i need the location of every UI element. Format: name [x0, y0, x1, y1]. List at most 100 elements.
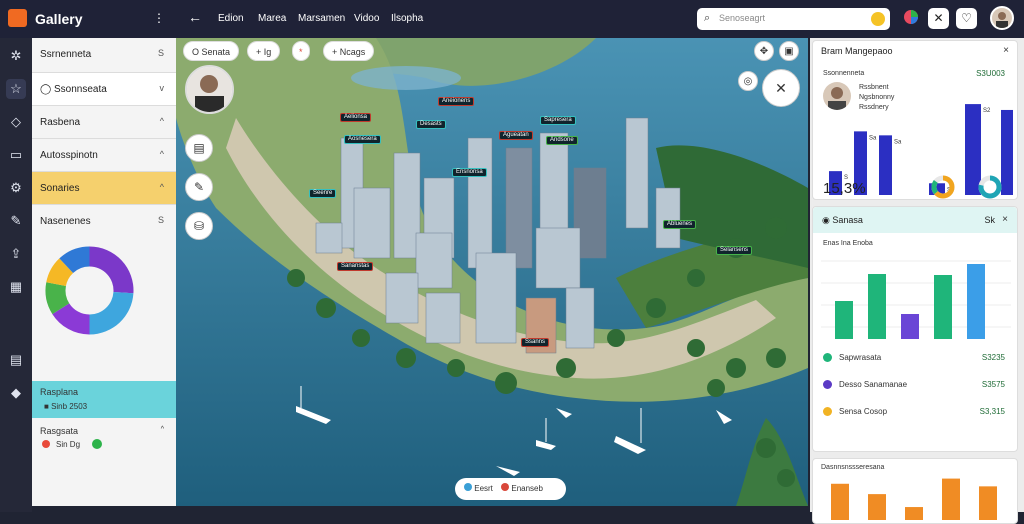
sidebar-item-2[interactable]: ◯ Ssonnseata v — [32, 73, 176, 106]
color-wheel-icon[interactable] — [900, 8, 921, 29]
legend-row[interactable]: Sapwrasata S3235 — [821, 349, 1011, 369]
city-map-view[interactable]: O Senata + Ig * + Ncags ✥ ▣ ◎ ✕ ▤ ✎ ⛁ Ae… — [176, 38, 808, 506]
ring-gauge-1 — [931, 175, 955, 199]
legend-value: S3,315 — [979, 407, 1005, 416]
legend-label: Enanseb — [511, 484, 543, 493]
summary-card: Bram Mangepaoo × Ssonnenneta S3U003 Rssb… — [812, 40, 1018, 200]
metrics-subtitle: Enas Ina Enoba — [823, 240, 873, 247]
legend-row[interactable]: Sensa Cosop S3,315 — [821, 403, 1011, 423]
pin-icon[interactable]: ◎ — [738, 71, 758, 91]
summary-row-value: S3U003 — [976, 69, 1005, 78]
back-arrow-icon[interactable]: ← — [188, 9, 202, 25]
legend-dot — [501, 483, 510, 491]
search-placeholder: Senoseagrt — [719, 13, 766, 23]
map-label[interactable]: Desasts — [416, 120, 446, 129]
distribution-bar-1[interactable] — [831, 483, 849, 520]
close-icon[interactable]: × — [1003, 45, 1009, 56]
distribution-bar-3[interactable] — [905, 507, 923, 520]
close-icon[interactable]: × — [1002, 214, 1008, 225]
legend-row[interactable]: Desso Sanamanae S3575 — [821, 376, 1011, 396]
nav-item-5[interactable]: Ilsopha — [391, 13, 423, 24]
metrics-bar-5[interactable] — [967, 264, 985, 339]
legend-label: Sapwrasata — [839, 353, 882, 362]
map-chip-2[interactable]: + Ig — [247, 41, 281, 61]
bag-icon[interactable]: ⛁ — [185, 212, 213, 240]
sidebar-bottom-panel: Rasgsata ^ Sin Dg — [32, 419, 176, 506]
map-label[interactable]: Sananstas — [337, 262, 374, 271]
profile-avatar[interactable] — [185, 65, 234, 114]
settings-icon[interactable]: ⚙ — [6, 178, 26, 198]
person-meta: Rssdnery — [859, 104, 889, 111]
grid-icon[interactable]: ▦ — [6, 277, 26, 297]
chevron-up-icon[interactable]: ^ — [161, 426, 164, 433]
calendar-icon[interactable]: ▤ — [6, 350, 26, 370]
notes-icon[interactable]: ▤ — [185, 134, 213, 162]
coin-icon[interactable] — [871, 12, 885, 26]
metrics-bar-chart — [821, 260, 1011, 339]
layers-icon[interactable]: ▣ — [779, 41, 799, 61]
info-panel-title: Rasplana — [40, 387, 79, 397]
map-label[interactable]: Aosnesera — [344, 135, 381, 144]
map-legend[interactable]: Eesrt Enanseb — [455, 478, 566, 500]
metrics-bar-1[interactable] — [835, 301, 853, 339]
sidebar-item-3[interactable]: Rasbena ^ — [32, 106, 176, 139]
metrics-card-title: ◉ Sanasa — [822, 215, 863, 225]
drop-icon[interactable]: ◆ — [6, 383, 26, 403]
user-avatar[interactable] — [990, 6, 1014, 30]
map-label[interactable]: Aneionens — [438, 97, 475, 106]
map-label[interactable]: Agueatan — [499, 131, 533, 140]
search-box[interactable]: ⌕ Senoseagrt — [697, 8, 890, 30]
person-avatar — [823, 82, 851, 110]
metrics-bar-2[interactable] — [868, 274, 886, 339]
map-label[interactable]: Selansens — [716, 246, 753, 255]
nav-item-2[interactable]: Marea — [258, 13, 286, 24]
nav-item-1[interactable]: Edion — [218, 13, 244, 24]
expand-icon[interactable]: ✕ — [928, 8, 949, 29]
network-icon[interactable]: ✲ — [6, 46, 26, 66]
sidebar-item-4[interactable]: Autosspinotn ^ — [32, 139, 176, 172]
map-chip-4[interactable]: + Ncags — [323, 41, 375, 61]
map-label[interactable]: Ensnonsa — [452, 168, 487, 177]
map-chip-3[interactable]: * — [292, 41, 310, 61]
sidebar-item-6[interactable]: Nasenenes S — [32, 205, 176, 240]
star-icon[interactable]: ☆ — [6, 79, 26, 99]
sidebar-item-5[interactable]: Sonaries ^ — [32, 172, 176, 205]
sidebar-info-panel[interactable]: Rasplana ■ Sinb 2503 — [32, 381, 176, 418]
distribution-bar-4[interactable] — [942, 478, 960, 520]
metrics-card-action[interactable]: Sk — [984, 215, 995, 225]
tools-icon[interactable]: ✕ — [762, 69, 800, 107]
sidebar-item-1[interactable]: Ssrnenneta S — [32, 38, 176, 73]
sidebar-item-label: Rasbena — [40, 117, 81, 128]
donut-slice-2[interactable] — [89, 292, 134, 335]
nav-item-4[interactable]: Vidoo — [354, 13, 379, 24]
folder-icon[interactable]: ▭ — [6, 145, 26, 165]
menu-icon[interactable]: ⋮ — [153, 11, 165, 25]
tag-icon[interactable]: ◇ — [6, 112, 26, 132]
map-label[interactable]: Aelionsa — [340, 113, 372, 122]
map-canvas — [176, 38, 808, 506]
nav-item-3[interactable]: Marsamen — [298, 13, 345, 24]
metrics-card: ◉ Sanasa Sk × Enas Ina Enoba Sapwrasata … — [812, 206, 1018, 452]
legend-dot — [823, 407, 832, 416]
map-label[interactable]: Seenre — [309, 189, 337, 198]
compass-icon[interactable]: ✥ — [754, 41, 774, 61]
map-chip-1[interactable]: O Senata — [183, 41, 240, 61]
donut-slice-1[interactable] — [89, 246, 134, 294]
distribution-bar-5[interactable] — [979, 486, 997, 520]
shield-icon[interactable]: ♡ — [956, 8, 977, 29]
bar-3[interactable] — [879, 135, 892, 195]
pen-icon[interactable]: ✎ — [185, 173, 213, 201]
edit-icon[interactable]: ✎ — [6, 211, 26, 231]
metrics-bar-3[interactable] — [901, 314, 919, 339]
metrics-legend: Sapwrasata S3235 Desso Sanamanae S3575 S… — [821, 349, 1011, 416]
map-label[interactable]: Andsone — [546, 136, 578, 145]
map-label[interactable]: Ssanns — [521, 338, 550, 347]
map-label[interactable]: Abluenes — [663, 220, 697, 229]
upload-icon[interactable]: ⇪ — [6, 244, 26, 264]
sidebar-donut-chart — [42, 243, 137, 338]
distribution-bar-2[interactable] — [868, 494, 886, 520]
metrics-bar-4[interactable] — [934, 275, 952, 339]
app-title: Gallery — [35, 11, 83, 27]
distribution-bar-chart — [831, 478, 997, 520]
map-label[interactable]: Sapresera — [540, 116, 576, 125]
